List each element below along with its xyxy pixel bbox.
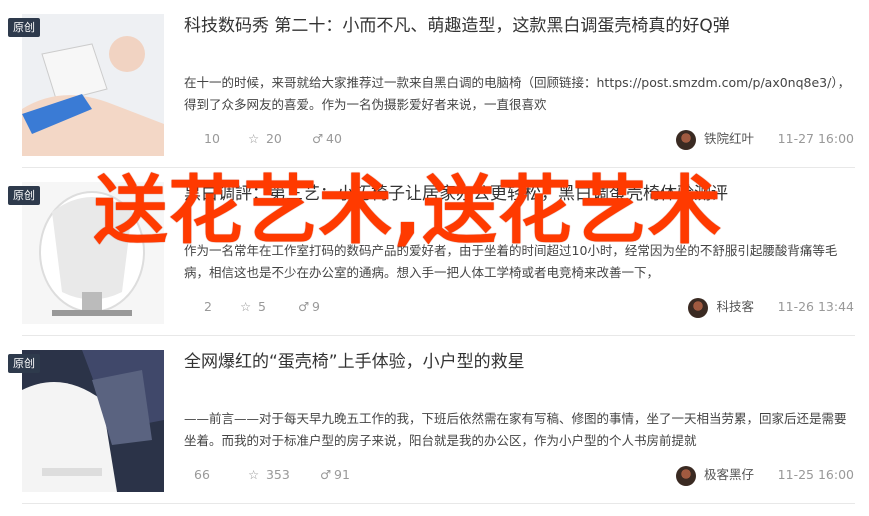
comment-count[interactable]: 66 xyxy=(194,466,210,484)
article-author[interactable]: 铁院红叶 xyxy=(675,128,754,150)
like-count[interactable]: ♂ 9 xyxy=(298,298,320,316)
article-thumbnail[interactable] xyxy=(22,14,164,156)
article-meta: 2 ☆ 5 ♂ 9 科技客 11-26 13:44 xyxy=(184,296,854,318)
article-card[interactable]: 原创 全网爆红的“蛋壳椅”上手体验，小户型的救星 ——前言——对于每天早九晚五工… xyxy=(0,336,869,504)
like-count[interactable]: ♂ 91 xyxy=(320,466,350,484)
avatar xyxy=(675,465,696,486)
article-date: 11-25 16:00 xyxy=(777,467,854,482)
favorite-count[interactable]: ☆ 20 xyxy=(248,130,282,148)
comment-count[interactable]: 10 xyxy=(190,130,220,148)
avatar xyxy=(688,297,709,318)
article-title[interactable]: 科技数码秀 第二十：小而不凡、萌趣造型，这款黑白调蛋壳椅真的好Q弹 xyxy=(184,14,854,38)
article-date: 11-26 13:44 xyxy=(777,299,854,314)
favorite-count[interactable]: ☆ 353 xyxy=(248,466,290,484)
article-thumbnail[interactable] xyxy=(22,350,164,492)
thumb-up-icon: ♂ xyxy=(320,467,332,482)
article-excerpt: ——前言——对于每天早九晚五工作的我，下班后依然需在家有写稿、修图的事情，坐了一… xyxy=(184,411,847,448)
article-excerpt: 在十一的时候，来哥就给大家推荐过一款来自黑白调的电脑椅（回顾链接：https:/… xyxy=(184,75,851,112)
article-author[interactable]: 科技客 xyxy=(688,296,754,318)
comment-count[interactable]: 2 xyxy=(190,298,212,316)
avatar xyxy=(675,129,696,150)
article-meta: 10 ☆ 20 ♂ 40 铁院红叶 11-27 16:00 xyxy=(184,128,854,150)
article-thumbnail[interactable] xyxy=(22,182,164,324)
thumb-up-icon: ♂ xyxy=(298,299,310,314)
article-author[interactable]: 极客黑仔 xyxy=(675,464,754,486)
article-card[interactable]: 原创 科技数码秀 第二十：小而不凡、萌趣造型，这款黑白调蛋壳椅真的好Q弹 在十一… xyxy=(0,0,869,168)
article-title[interactable]: 黑白调評：第三艺：小巧椅子让居家办公更轻松，黑白调蛋壳椅体验测评 xyxy=(184,182,854,206)
article-card[interactable]: 原创 黑白调評：第三艺：小巧椅子让居家办公更轻松，黑白调蛋壳椅体验测评 作为一名… xyxy=(0,168,869,336)
article-meta: 66 ☆ 353 ♂ 91 极客黑仔 11-25 16:00 xyxy=(184,464,854,486)
article-date: 11-27 16:00 xyxy=(777,131,854,146)
original-badge: 原创 xyxy=(8,354,40,373)
article-feed: 原创 科技数码秀 第二十：小而不凡、萌趣造型，这款黑白调蛋壳椅真的好Q弹 在十一… xyxy=(0,0,869,516)
article-title[interactable]: 全网爆红的“蛋壳椅”上手体验，小户型的救星 xyxy=(184,350,854,374)
thumb-up-icon: ♂ xyxy=(312,131,324,146)
star-icon: ☆ xyxy=(248,131,260,146)
divider xyxy=(22,503,855,504)
article-excerpt: 作为一名常年在工作室打码的数码产品的爱好者，由于坐着的时间超过10小时，经常因为… xyxy=(184,243,838,280)
original-badge: 原创 xyxy=(8,18,40,37)
star-icon: ☆ xyxy=(240,299,252,314)
like-count[interactable]: ♂ 40 xyxy=(312,130,342,148)
star-icon: ☆ xyxy=(248,467,260,482)
favorite-count[interactable]: ☆ 5 xyxy=(240,298,266,316)
original-badge: 原创 xyxy=(8,186,40,205)
